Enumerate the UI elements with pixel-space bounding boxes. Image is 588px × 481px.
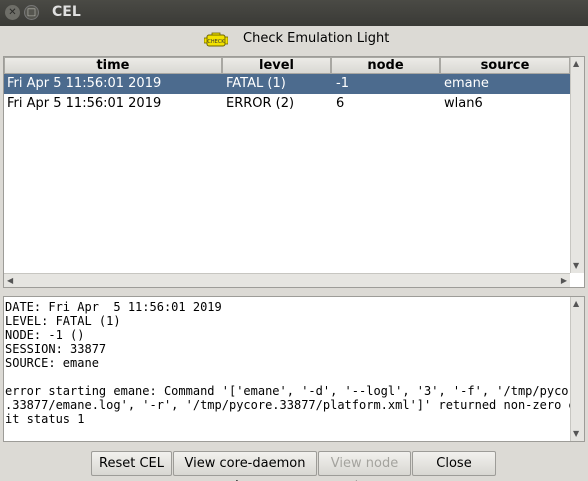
- table-row[interactable]: Fri Apr 5 11:56:01 2019 ERROR (2) 6 wlan…: [4, 94, 570, 114]
- column-header-node[interactable]: node: [331, 57, 440, 74]
- reset-cel-button[interactable]: Reset CEL: [91, 451, 172, 476]
- check-engine-icon: CHECK: [204, 32, 228, 47]
- cell-time: Fri Apr 5 11:56:01 2019: [7, 76, 162, 91]
- table-horizontal-scrollbar[interactable]: ◀ ▶: [4, 273, 570, 287]
- scroll-left-icon[interactable]: ◀: [7, 277, 13, 285]
- window-titlebar: ✕ □ CEL: [0, 0, 588, 26]
- banner-title: Check Emulation Light: [243, 31, 390, 46]
- view-core-daemon-log-button[interactable]: View core-daemon log: [173, 451, 317, 481]
- cell-level: FATAL (1): [226, 76, 286, 91]
- cell-time: Fri Apr 5 11:56:01 2019: [7, 96, 162, 111]
- cell-source: wlan6: [444, 96, 483, 111]
- scroll-up-icon[interactable]: ▲: [573, 60, 579, 68]
- window-title: CEL: [52, 4, 81, 20]
- column-header-time[interactable]: time: [4, 57, 222, 74]
- scroll-down-icon[interactable]: ▼: [573, 430, 579, 438]
- cell-source: emane: [444, 76, 489, 91]
- detail-vertical-scrollbar[interactable]: ▲ ▼: [570, 297, 584, 441]
- scroll-up-icon[interactable]: ▲: [573, 300, 579, 308]
- table-header: time level node source: [4, 57, 570, 74]
- cell-level: ERROR (2): [226, 96, 295, 111]
- check-engine-icon-label: CHECK: [207, 39, 225, 45]
- event-table[interactable]: time level node source Fri Apr 5 11:56:0…: [3, 56, 585, 288]
- event-detail-content: DATE: Fri Apr 5 11:56:01 2019 LEVEL: FAT…: [5, 300, 583, 426]
- maximize-window-icon[interactable]: □: [24, 5, 39, 20]
- table-vertical-scrollbar[interactable]: ▲ ▼: [570, 57, 584, 273]
- close-window-icon[interactable]: ✕: [5, 5, 20, 20]
- close-button[interactable]: Close: [412, 451, 496, 476]
- cell-node: 6: [336, 96, 345, 111]
- scroll-down-icon[interactable]: ▼: [573, 262, 579, 270]
- view-node-log-button[interactable]: View node log: [318, 451, 411, 481]
- column-header-source[interactable]: source: [440, 57, 570, 74]
- table-row[interactable]: Fri Apr 5 11:56:01 2019 FATAL (1) -1 ema…: [4, 74, 570, 94]
- column-header-level[interactable]: level: [222, 57, 331, 74]
- scroll-right-icon[interactable]: ▶: [561, 277, 567, 285]
- cell-node: -1: [336, 76, 349, 91]
- event-detail-text[interactable]: DATE: Fri Apr 5 11:56:01 2019 LEVEL: FAT…: [3, 296, 585, 442]
